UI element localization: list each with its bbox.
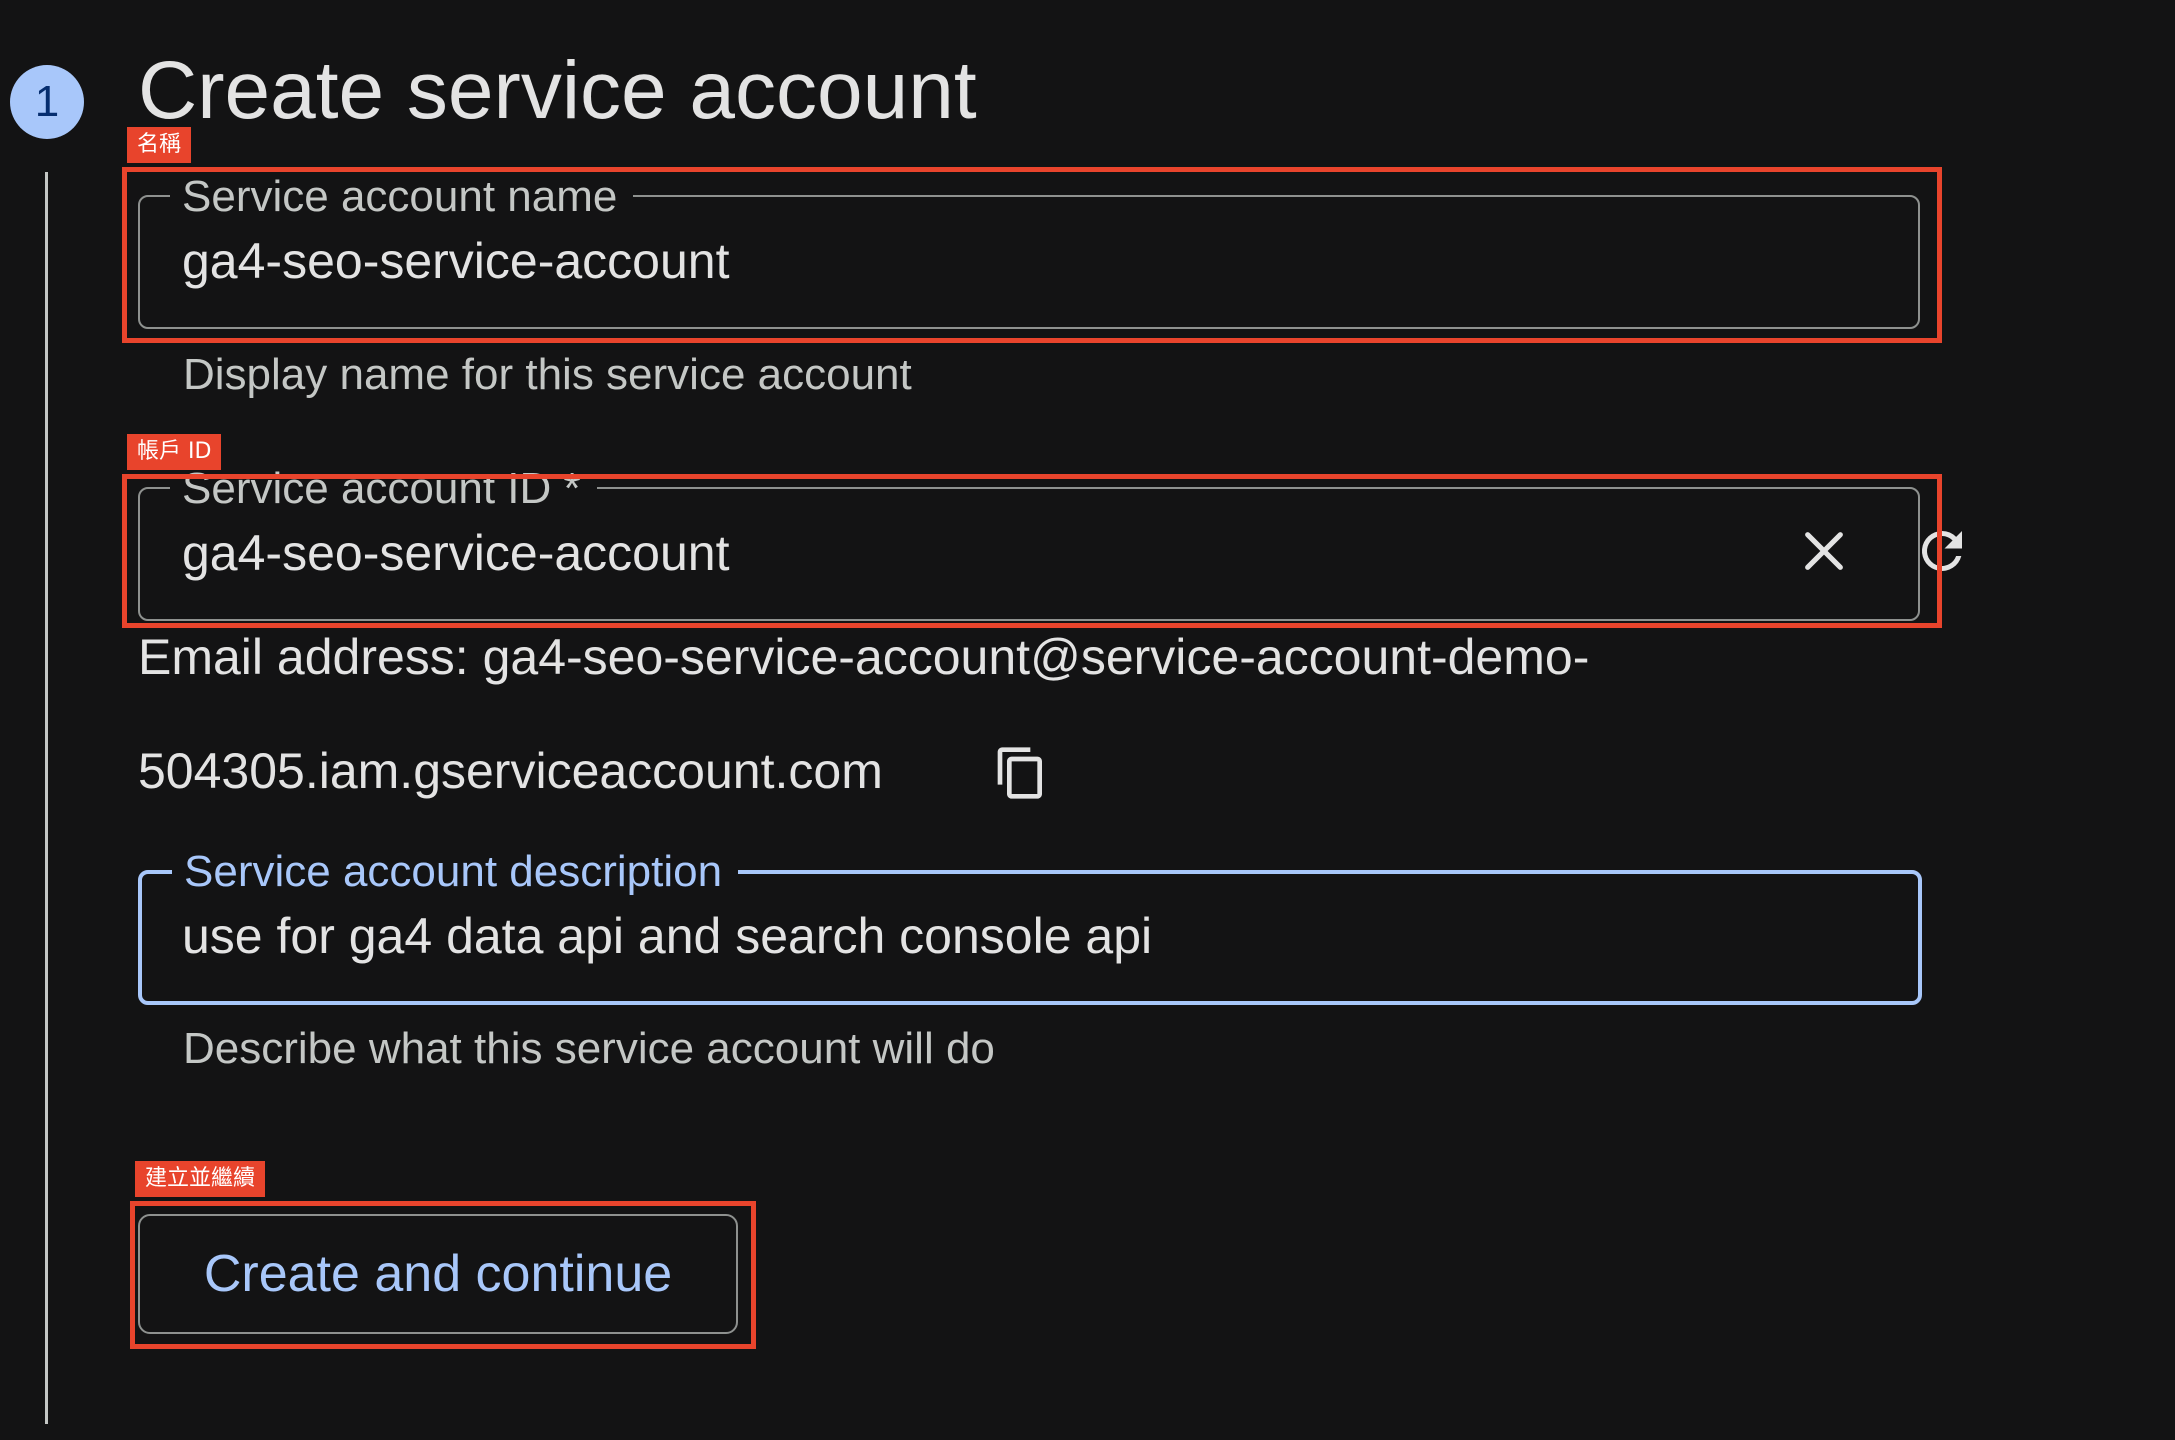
annotation-tag-name: 名稱 — [127, 127, 192, 163]
annotation-tag-create: 建立並繼續 — [135, 1161, 266, 1197]
service-account-name-helper: Display name for this service account — [183, 350, 912, 399]
step-number: 1 — [34, 77, 60, 126]
email-address-line1: Email address: ga4-seo-service-account@s… — [138, 629, 1590, 685]
service-account-description-field[interactable]: Service account description use for ga4 … — [138, 846, 1922, 1005]
copy-icon — [997, 747, 1042, 799]
create-and-continue-button[interactable]: Create and continue — [138, 1214, 738, 1334]
copy-email-button[interactable] — [985, 737, 1057, 809]
service-account-description-label: Service account description — [172, 846, 739, 898]
email-address-line2: 504305.iam.gserviceaccount.com — [138, 743, 883, 799]
step-connector-line — [45, 172, 48, 1424]
create-and-continue-label: Create and continue — [203, 1245, 673, 1303]
service-account-description-input[interactable]: use for ga4 data api and search console … — [182, 906, 1152, 966]
service-account-description-helper: Describe what this service account will … — [183, 1024, 995, 1073]
annotation-tag-id: 帳戶 ID — [127, 434, 222, 470]
annotation-box-id — [122, 474, 1942, 628]
step-number-badge: 1 — [10, 65, 84, 139]
page-title: Create service account — [138, 45, 977, 136]
annotation-box-name — [122, 167, 1942, 343]
